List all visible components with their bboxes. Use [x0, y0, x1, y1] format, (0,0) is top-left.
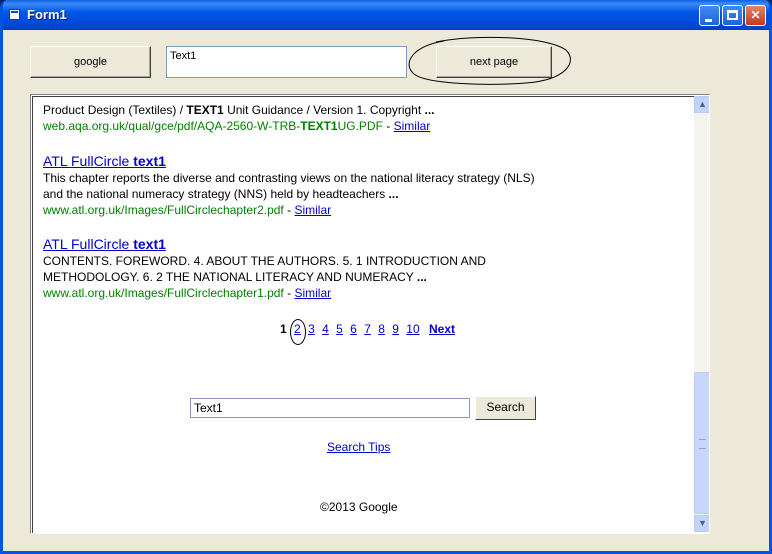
snippet-text: Product Design (Textiles) /: [43, 103, 187, 117]
url-separator: -: [283, 203, 295, 217]
url-text: www.atl.org.uk/Images/FullCirclechapter2…: [43, 203, 284, 217]
snippet-text: and the national numeracy strategy (NNS)…: [43, 187, 389, 201]
page-current: 1: [280, 322, 287, 336]
form-icon: [9, 9, 20, 20]
snippet-text: METHODOLOGY. 6. 2 THE NATIONAL LITERACY …: [43, 270, 417, 284]
result-url: web.aqa.org.uk/qual/gce/pdf/AQA-2560-W-T…: [43, 118, 683, 134]
snippet-ellipsis: ...: [424, 103, 435, 117]
snippet-ellipsis: ...: [416, 270, 427, 284]
result-snippet: METHODOLOGY. 6. 2 THE NATIONAL LITERACY …: [43, 269, 683, 285]
google-search-button[interactable]: Search: [475, 396, 536, 420]
url-text: web.aqa.org.uk/qual/gce/pdf/AQA-2560-W-T…: [43, 119, 301, 133]
title-bold: text1: [133, 236, 166, 252]
url-separator: -: [382, 119, 394, 133]
page-link[interactable]: 7: [364, 322, 371, 336]
google-search-input[interactable]: Text1: [190, 398, 470, 418]
close-icon[interactable]: ✕: [745, 5, 766, 26]
page-link[interactable]: 4: [322, 322, 329, 336]
grip-icon: [699, 439, 706, 449]
page-link[interactable]: 8: [378, 322, 385, 336]
result-item: Product Design (Textiles) / TEXT1 Unit G…: [43, 102, 683, 134]
title-text: ATL FullCircle: [43, 236, 134, 252]
url-text: UG.PDF: [337, 119, 383, 133]
title-text: ATL FullCircle: [43, 153, 134, 169]
result-title-link[interactable]: ATL FullCircle text1: [43, 235, 683, 253]
page-link[interactable]: 9: [392, 322, 399, 336]
next-page-link[interactable]: Next: [429, 322, 455, 336]
search-tips-link[interactable]: Search Tips: [327, 440, 390, 454]
page-link[interactable]: 2: [294, 322, 301, 336]
url-bold: TEXT1: [300, 119, 338, 133]
copyright-footer: ©2013 Google: [320, 500, 398, 514]
maximize-icon[interactable]: [722, 5, 743, 26]
web-browser-control[interactable]: Product Design (Textiles) / TEXT1 Unit G…: [30, 94, 710, 534]
result-item: ATL FullCircle text1 This chapter report…: [43, 152, 683, 218]
url-separator: -: [283, 286, 295, 300]
result-snippet: and the national numeracy strategy (NNS)…: [43, 186, 683, 202]
text1-textbox[interactable]: Text1: [166, 46, 407, 78]
result-snippet: This chapter reports the diverse and con…: [43, 171, 535, 185]
similar-link[interactable]: Similar: [294, 286, 331, 300]
page-link[interactable]: 5: [336, 322, 343, 336]
snippet-text: Unit Guidance / Version 1. Copyright: [223, 103, 425, 117]
result-url: www.atl.org.uk/Images/FullCirclechapter1…: [43, 285, 683, 301]
browser-viewport: Product Design (Textiles) / TEXT1 Unit G…: [32, 96, 694, 533]
result-item: ATL FullCircle text1 CONTENTS. FOREWORD.…: [43, 235, 683, 301]
google-button[interactable]: google: [30, 46, 151, 78]
title-bold: text1: [133, 153, 166, 169]
page-link[interactable]: 6: [350, 322, 357, 336]
snippet-bold: TEXT1: [186, 103, 224, 117]
scroll-thumb[interactable]: [694, 372, 709, 514]
snippet-ellipsis: ...: [388, 187, 399, 201]
similar-link[interactable]: Similar: [294, 203, 331, 217]
pagination: 1 2 3 4 5 6 7 8 9 10 Next: [280, 322, 459, 336]
window-title: Form1: [27, 7, 67, 22]
vertical-scrollbar[interactable]: ▲ ▼: [694, 96, 709, 532]
result-snippet: CONTENTS. FOREWORD. 4. ABOUT THE AUTHORS…: [43, 254, 486, 268]
result-url: www.atl.org.uk/Images/FullCirclechapter2…: [43, 202, 683, 218]
similar-link[interactable]: Similar: [394, 119, 431, 133]
result-snippet: Product Design (Textiles) / TEXT1 Unit G…: [43, 102, 683, 118]
scroll-up-icon[interactable]: ▲: [694, 96, 709, 113]
page-link[interactable]: 10: [406, 322, 419, 336]
form-window: Form1 ✕ google Text1 next page Product D…: [0, 0, 772, 554]
next-page-button[interactable]: next page: [436, 46, 552, 78]
url-text: www.atl.org.uk/Images/FullCirclechapter1…: [43, 286, 284, 300]
title-bar[interactable]: Form1 ✕: [3, 0, 769, 30]
scroll-down-icon[interactable]: ▼: [694, 515, 709, 532]
result-title-link[interactable]: ATL FullCircle text1: [43, 152, 683, 170]
page-link[interactable]: 3: [308, 322, 315, 336]
minimize-icon[interactable]: [699, 5, 720, 26]
